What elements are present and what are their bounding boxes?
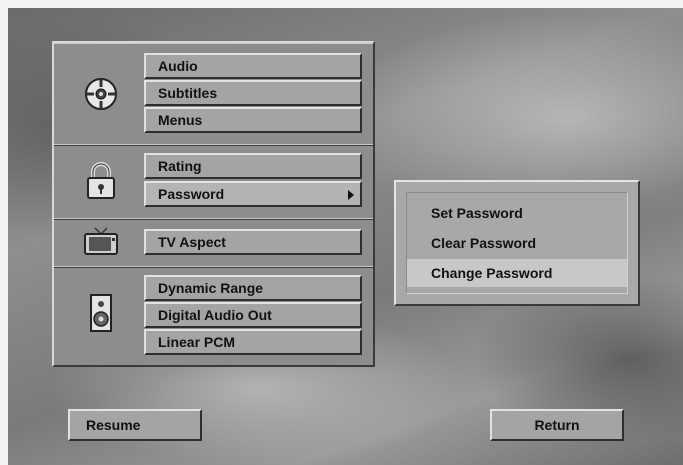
parental-group: Rating Password — [54, 144, 373, 220]
subtitles-button[interactable]: Subtitles — [144, 80, 362, 106]
dynamic-range-button[interactable]: Dynamic Range — [144, 275, 362, 301]
menus-button[interactable]: Menus — [144, 107, 362, 133]
linear-pcm-button[interactable]: Linear PCM — [144, 329, 362, 355]
password-submenu-list: Set Password Clear Password Change Passw… — [406, 192, 628, 294]
return-button[interactable]: Return — [490, 409, 624, 441]
lock-icon — [80, 160, 122, 202]
set-password-item[interactable]: Set Password — [407, 199, 627, 227]
digital-audio-out-button[interactable]: Digital Audio Out — [144, 302, 362, 328]
setup-menu-panel: Audio Subtitles Menus Rating Password TV… — [52, 41, 375, 367]
dvd-setup-screen: Audio Subtitles Menus Rating Password TV… — [8, 8, 683, 465]
change-password-item[interactable]: Change Password — [407, 259, 627, 287]
display-group: TV Aspect — [54, 218, 373, 268]
audio-button[interactable]: Audio — [144, 53, 362, 79]
password-submenu: Set Password Clear Password Change Passw… — [394, 180, 640, 306]
tv-icon — [80, 220, 122, 262]
rating-button[interactable]: Rating — [144, 153, 362, 179]
language-group: Audio Subtitles Menus — [54, 43, 373, 146]
submenu-arrow-icon — [348, 190, 354, 200]
clear-password-item[interactable]: Clear Password — [407, 229, 627, 257]
password-button[interactable]: Password — [144, 181, 362, 207]
resume-button[interactable]: Resume — [68, 409, 202, 441]
password-label: Password — [158, 186, 225, 202]
speaker-icon — [80, 292, 122, 334]
tv-aspect-button[interactable]: TV Aspect — [144, 229, 362, 255]
audio-output-group: Dynamic Range Digital Audio Out Linear P… — [54, 266, 373, 365]
disc-icon — [80, 73, 122, 115]
